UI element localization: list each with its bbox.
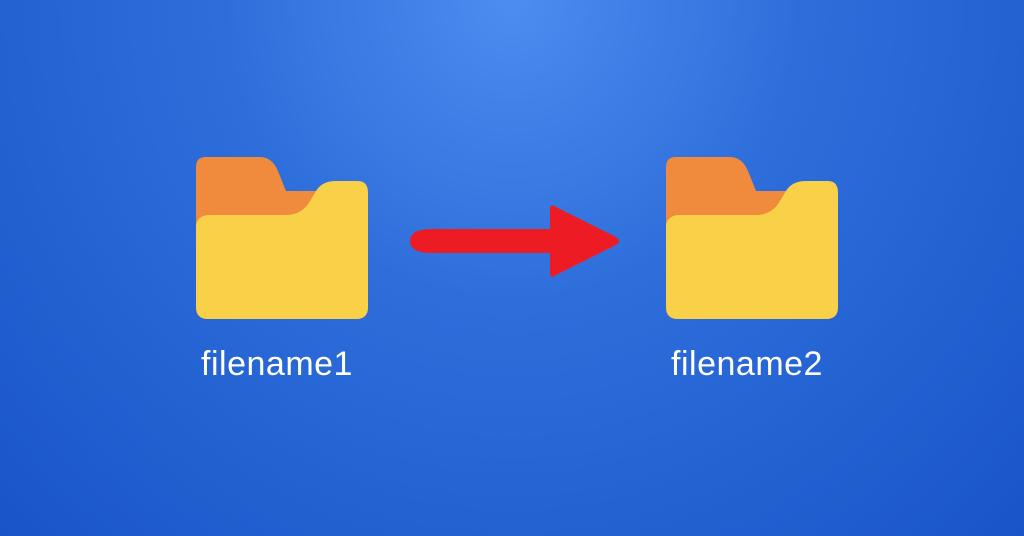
target-label: filename2 xyxy=(671,345,823,384)
source-label: filename1 xyxy=(201,345,353,384)
folder-icon xyxy=(182,153,372,323)
folder-icon xyxy=(652,153,842,323)
target-folder: filename2 xyxy=(652,153,842,384)
rename-diagram: filename1 filename2 xyxy=(182,153,842,384)
source-folder: filename1 xyxy=(182,153,372,384)
arrow-icon xyxy=(402,201,622,281)
